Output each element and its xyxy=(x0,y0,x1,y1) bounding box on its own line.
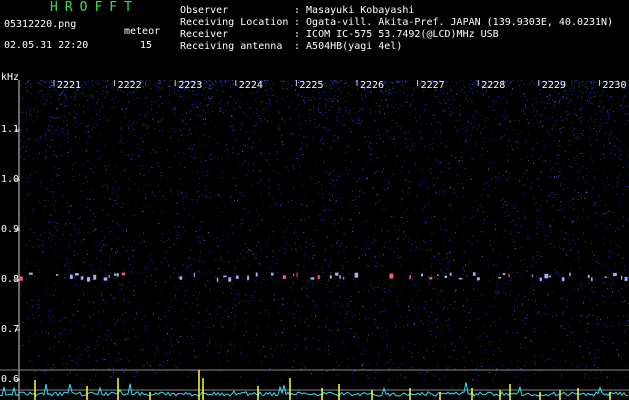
info-location-label: Receiving Location xyxy=(180,17,289,28)
time-tick-label: 2229 xyxy=(541,80,566,91)
time-tick-label: 2228 xyxy=(481,80,506,91)
y-tick-label: 0.6 xyxy=(1,374,20,385)
filename-label: 05312220.png xyxy=(4,19,77,30)
meteor-label: meteor xyxy=(124,26,161,37)
axis-unit: kHz xyxy=(1,72,20,83)
info-antenna-value: : A504HB(yagi 4el) xyxy=(294,41,403,52)
time-tick-label: 2226 xyxy=(360,80,385,91)
spectrogram-window: HROFFT 05312220.png 02.05.31 22:20 meteo… xyxy=(0,0,629,400)
spectrogram-canvas xyxy=(0,80,629,400)
noise-field xyxy=(20,80,629,381)
time-tick-label: 2224 xyxy=(238,80,263,91)
meteor-echo-band xyxy=(20,272,628,282)
time-tick-label: 2221 xyxy=(57,80,82,91)
time-tick-label: 2225 xyxy=(299,80,324,91)
y-tick-label: 0.7 xyxy=(1,324,20,335)
time-tick-label: 2230 xyxy=(602,80,627,91)
time-tick-label: 2227 xyxy=(420,80,445,91)
datetime-label: 02.05.31 22:20 xyxy=(4,40,89,51)
info-receiver-label: Receiver xyxy=(180,29,229,40)
y-tick-label: 0.8 xyxy=(1,274,20,285)
y-tick-label: 1.1 xyxy=(1,124,20,135)
time-tick-label: 2223 xyxy=(178,80,203,91)
info-observer-value: : Masayuki Kobayashi xyxy=(294,5,415,16)
meteor-count: 15 xyxy=(140,40,153,51)
time-tick-label: 2222 xyxy=(117,80,142,91)
signal-trace xyxy=(0,382,629,397)
info-observer-label: Observer xyxy=(180,5,229,16)
info-antenna-label: Receiving antenna xyxy=(180,41,283,52)
y-tick-label: 0.9 xyxy=(1,224,20,235)
info-location-value: : Ogata-vill. Akita-Pref. JAPAN (139.930… xyxy=(294,17,614,28)
app-logo: HROFFT xyxy=(50,0,139,15)
y-tick-label: 1.0 xyxy=(1,174,20,185)
info-receiver-value: : ICOM IC-575 53.7492(@LCD)MHz USB xyxy=(294,29,499,40)
